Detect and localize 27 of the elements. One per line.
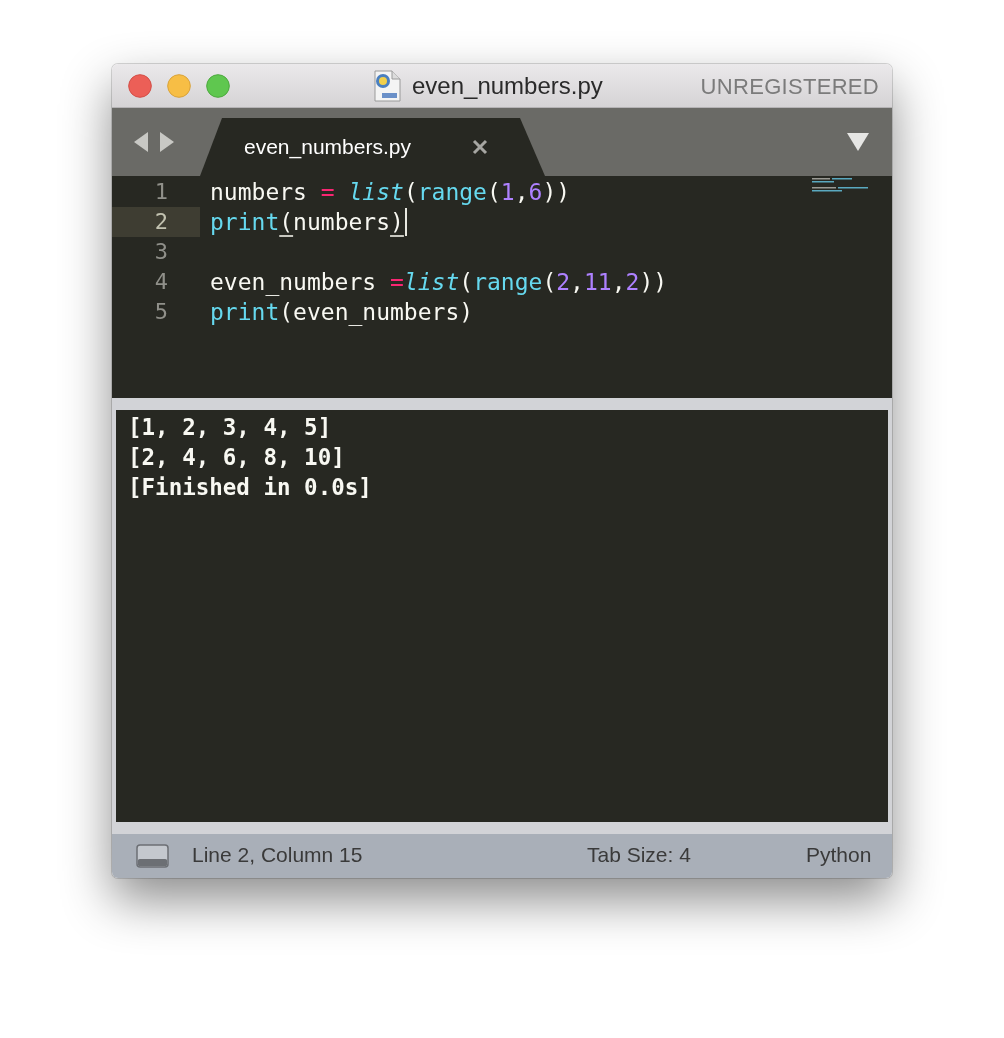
code-line: print(even_numbers) xyxy=(210,298,474,327)
close-button[interactable] xyxy=(128,73,152,98)
line-number: 2 xyxy=(112,207,200,237)
close-icon[interactable] xyxy=(472,139,488,155)
zoom-button[interactable] xyxy=(206,73,230,98)
output-line: [Finished in 0.0s] xyxy=(128,473,372,502)
code-line: numbers = list(range(1,6)) xyxy=(210,178,571,207)
file-tab[interactable]: even_numbers.py xyxy=(200,118,545,176)
syntax-label[interactable]: Python xyxy=(806,843,872,867)
line-number: 1 xyxy=(153,178,169,206)
tab-size-label[interactable]: Tab Size: 4 xyxy=(587,843,691,867)
panel-toggle-icon[interactable] xyxy=(136,844,169,868)
cursor-position: Line 2, Column 15 xyxy=(192,843,363,867)
line-number: 5 xyxy=(153,298,169,326)
forward-arrow-icon[interactable] xyxy=(160,132,174,152)
unregistered-label: UNREGISTERED xyxy=(700,74,879,100)
line-number: 3 xyxy=(153,238,169,266)
line-number: 4 xyxy=(153,268,169,296)
output-line: [2, 4, 6, 8, 10] xyxy=(128,443,345,472)
window-title: even_numbers.py xyxy=(412,72,603,100)
code-line: even_numbers =list(range(2,11,2)) xyxy=(210,268,668,297)
minimize-button[interactable] xyxy=(167,73,191,98)
output-line: [1, 2, 3, 4, 5] xyxy=(128,413,332,442)
document-icon xyxy=(372,70,402,102)
dropdown-triangle-icon[interactable] xyxy=(847,133,869,151)
back-arrow-icon[interactable] xyxy=(134,132,148,152)
code-line: print(numbers) xyxy=(210,207,407,237)
